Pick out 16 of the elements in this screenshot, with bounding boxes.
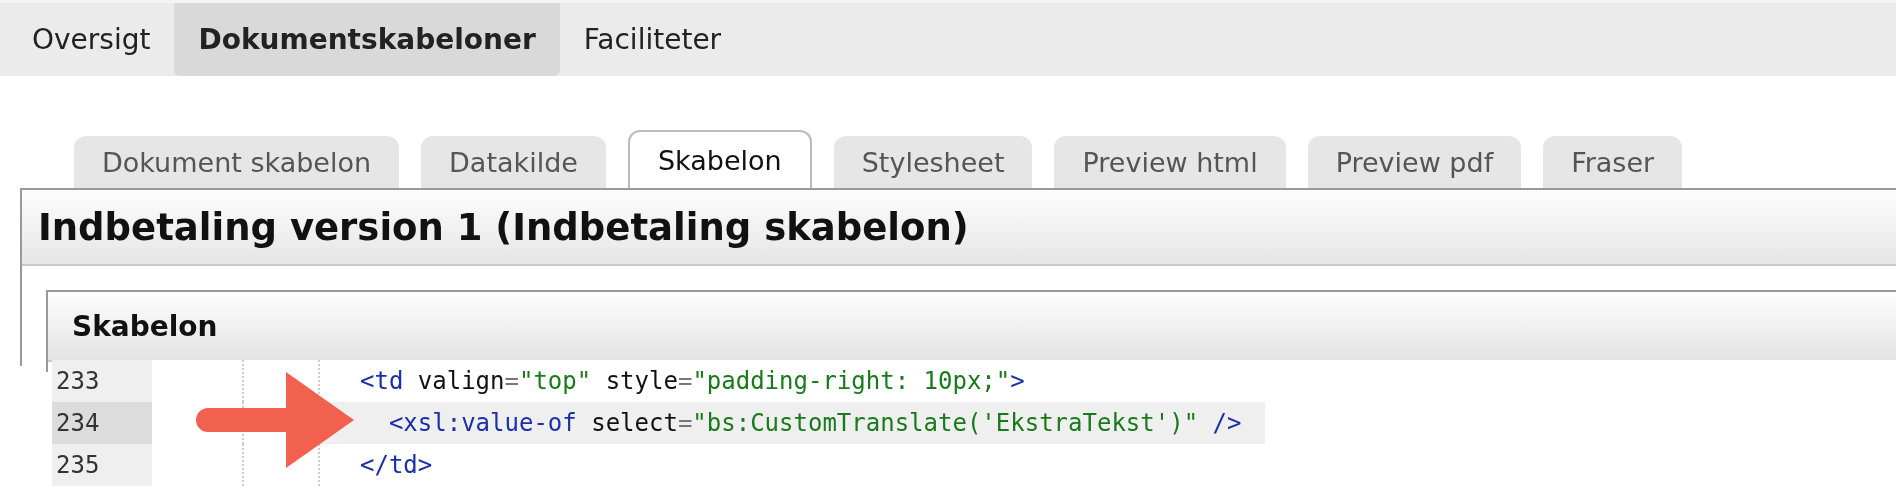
- line-number: 233: [52, 360, 152, 402]
- nav-tab[interactable]: Faciliteter: [559, 3, 746, 76]
- arrow-icon: [194, 370, 356, 470]
- tab[interactable]: Fraser: [1543, 136, 1683, 188]
- line-number: 235: [52, 444, 152, 486]
- tab[interactable]: Stylesheet: [833, 136, 1033, 188]
- tab[interactable]: Dokument skabelon: [74, 136, 400, 188]
- tab[interactable]: Preview html: [1054, 136, 1286, 188]
- code-line: </td>: [359, 450, 434, 481]
- nav-tab[interactable]: Dokumentskabeloner: [174, 3, 560, 76]
- tab[interactable]: Datakilde: [421, 136, 606, 188]
- code-line: <td valign="top" style="padding-right: 10px;">: [359, 366, 1026, 397]
- nav-tab[interactable]: Oversigt: [8, 3, 175, 76]
- tab[interactable]: Skabelon: [627, 130, 812, 188]
- tab[interactable]: Preview pdf: [1307, 136, 1522, 188]
- line-number: 234: [52, 402, 152, 444]
